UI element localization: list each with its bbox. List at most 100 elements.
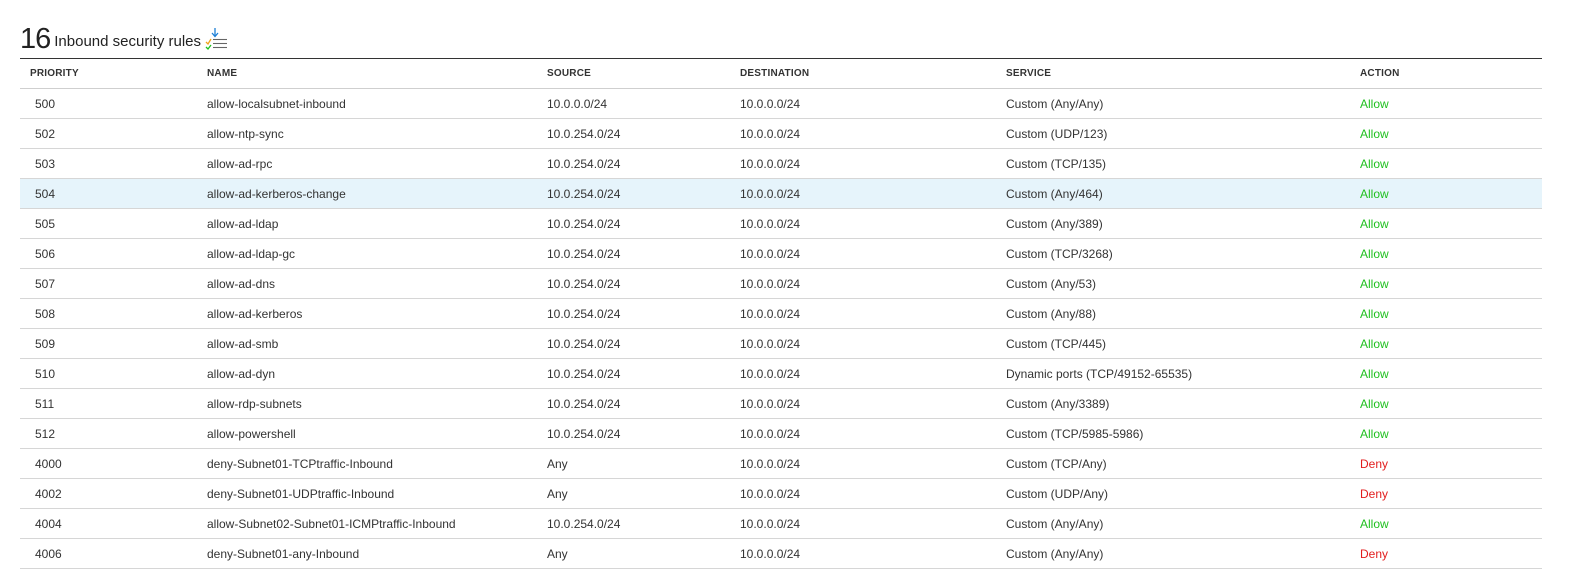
cell-priority: 511 xyxy=(35,396,55,411)
cell-action: Allow xyxy=(1360,426,1389,441)
table-row[interactable]: 504 allow-ad-kerberos-change 10.0.254.0/24… xyxy=(20,178,1542,209)
column-header-priority[interactable]: PRIORITY xyxy=(20,59,207,89)
table-row[interactable]: 4002 deny-Subnet01-UDPtraffic-Inbound Any 1… xyxy=(20,479,1542,509)
cell-name: allow-ad-ldap xyxy=(207,216,279,231)
table-row[interactable]: 502 allow-ntp-sync 10.0.254.0/24 10.0.0.0/2… xyxy=(20,119,1542,149)
rule-count: 16 xyxy=(20,23,51,55)
cell-name: allow-ad-dyn xyxy=(207,366,276,381)
table-row[interactable]: 4006 deny-Subnet01-any-Inbound Any 10.0.0.0… xyxy=(20,539,1542,569)
download-checklist-icon[interactable] xyxy=(205,27,229,51)
cell-action: Allow xyxy=(1360,276,1389,291)
cell-name: deny-Subnet01-any-Inbound xyxy=(207,546,360,561)
cell-name: allow-ad-kerberos-change xyxy=(207,186,346,201)
cell-action: Allow xyxy=(1360,336,1389,351)
cell-action: Deny xyxy=(1360,486,1389,501)
table-row[interactable]: 506 allow-ad-ldap-gc 10.0.254.0/24 10.0.0.0… xyxy=(20,239,1542,269)
cell-destination: 10.0.0.0/24 xyxy=(740,336,801,351)
cell-destination: 10.0.0.0/24 xyxy=(740,276,801,291)
column-header-destination[interactable]: DESTINATION xyxy=(740,59,1006,89)
cell-priority: 4006 xyxy=(35,546,62,561)
cell-destination: 10.0.0.0/24 xyxy=(740,486,801,501)
cell-destination: 10.0.0.0/24 xyxy=(740,546,801,561)
cell-destination: 10.0.0.0/24 xyxy=(740,426,801,441)
cell-priority: 4004 xyxy=(35,516,62,531)
cell-action: Allow xyxy=(1360,306,1389,321)
cell-name: allow-ad-ldap-gc xyxy=(207,246,296,261)
cell-source: 10.0.254.0/24 xyxy=(547,426,621,441)
cell-destination: 10.0.0.0/24 xyxy=(740,516,801,531)
security-rules-table: PRIORITY NAME SOURCE DESTINATION SERVICE… xyxy=(20,58,1542,569)
cell-service: Custom (UDP/123) xyxy=(1006,126,1108,141)
cell-source: Any xyxy=(547,456,568,471)
cell-name: allow-ntp-sync xyxy=(207,126,284,141)
cell-action: Allow xyxy=(1360,396,1389,411)
cell-source: 10.0.254.0/24 xyxy=(547,516,621,531)
cell-priority: 509 xyxy=(35,336,56,351)
cell-source: 10.0.254.0/24 xyxy=(547,156,621,171)
cell-action: Allow xyxy=(1360,516,1389,531)
cell-source: 10.0.254.0/24 xyxy=(547,306,621,321)
cell-name: allow-Subnet02-Subnet01-ICMPtraffic-Inbo… xyxy=(207,516,456,531)
cell-source: 10.0.0.0/24 xyxy=(547,96,608,111)
cell-priority: 512 xyxy=(35,426,56,441)
cell-name: allow-ad-dns xyxy=(207,276,276,291)
table-row[interactable]: 4004 allow-Subnet02-Subnet01-ICMPtraffic-… xyxy=(20,509,1542,539)
cell-destination: 10.0.0.0/24 xyxy=(740,156,801,171)
cell-destination: 10.0.0.0/24 xyxy=(740,396,801,411)
table-row[interactable]: 511 allow-rdp-subnets 10.0.254.0/24 10.0.0.… xyxy=(20,389,1542,419)
page-title: Inbound security rules xyxy=(54,33,202,50)
cell-destination: 10.0.0.0/24 xyxy=(740,456,801,471)
cell-action: Allow xyxy=(1360,186,1389,201)
table-row[interactable]: 508 allow-ad-kerberos 10.0.254.0/24 10.0.0.… xyxy=(20,299,1542,329)
cell-destination: 10.0.0.0/24 xyxy=(740,306,801,321)
column-header-source[interactable]: SOURCE xyxy=(547,59,740,89)
cell-source: 10.0.254.0/24 xyxy=(547,276,621,291)
cell-priority: 502 xyxy=(35,126,56,141)
cell-service: Dynamic ports (TCP/49152-65535) xyxy=(1006,366,1193,381)
cell-name: allow-rdp-subnets xyxy=(207,396,302,411)
cell-destination: 10.0.0.0/24 xyxy=(740,246,801,261)
cell-source: 10.0.254.0/24 xyxy=(547,246,621,261)
cell-priority: 500 xyxy=(35,96,56,111)
cell-action: Allow xyxy=(1360,246,1389,261)
table-row[interactable]: 503 allow-ad-rpc 10.0.254.0/24 10.0.0.0/24 C… xyxy=(20,149,1542,179)
cell-name: allow-ad-kerberos xyxy=(207,306,303,321)
cell-name: allow-localsubnet-inbound xyxy=(207,96,346,111)
cell-source: Any xyxy=(547,546,568,561)
cell-destination: 10.0.0.0/24 xyxy=(740,126,801,141)
cell-action: Allow xyxy=(1360,366,1389,381)
table-row[interactable]: 512 allow-powershell 10.0.254.0/24 10.0.0.0… xyxy=(20,419,1542,449)
cell-action: Allow xyxy=(1360,96,1389,111)
cell-service: Custom (Any/53) xyxy=(1006,276,1097,291)
cell-priority: 504 xyxy=(35,186,56,201)
cell-service: Custom (TCP/135) xyxy=(1006,156,1107,171)
cell-priority: 510 xyxy=(35,366,56,381)
table-row[interactable]: 507 allow-ad-dns 10.0.254.0/24 10.0.0.0/24 C… xyxy=(20,269,1542,299)
cell-source: 10.0.254.0/24 xyxy=(547,366,621,381)
cell-service: Custom (TCP/5985-5986) xyxy=(1006,426,1144,441)
cell-source: Any xyxy=(547,486,568,501)
cell-priority: 506 xyxy=(35,246,56,261)
cell-priority: 4002 xyxy=(35,486,62,501)
cell-source: 10.0.254.0/24 xyxy=(547,186,621,201)
cell-source: 10.0.254.0/24 xyxy=(547,336,621,351)
cell-source: 10.0.254.0/24 xyxy=(547,396,621,411)
cell-source: 10.0.254.0/24 xyxy=(547,216,621,231)
table-row[interactable]: 4000 deny-Subnet01-TCPtraffic-Inbound Any 1… xyxy=(20,449,1542,479)
table-row[interactable]: 510 allow-ad-dyn 10.0.254.0/24 10.0.0.0/24 D… xyxy=(20,359,1542,389)
cell-destination: 10.0.0.0/24 xyxy=(740,216,801,231)
cell-service: Custom (Any/3389) xyxy=(1006,396,1110,411)
cell-action: Deny xyxy=(1360,546,1389,561)
column-header-name[interactable]: NAME xyxy=(207,59,547,89)
table-row[interactable]: 509 allow-ad-smb 10.0.254.0/24 10.0.0.0/24 C… xyxy=(20,329,1542,359)
cell-action: Allow xyxy=(1360,216,1389,231)
table-row[interactable]: 505 allow-ad-ldap 10.0.254.0/24 10.0.0.0/24… xyxy=(20,209,1542,239)
column-header-action[interactable]: ACTION xyxy=(1360,59,1542,89)
cell-priority: 507 xyxy=(35,276,56,291)
column-header-service[interactable]: SERVICE xyxy=(1006,59,1360,89)
cell-source: 10.0.254.0/24 xyxy=(547,126,621,141)
cell-service: Custom (Any/88) xyxy=(1006,306,1097,321)
cell-service: Custom (Any/Any) xyxy=(1006,516,1104,531)
table-row[interactable]: 500 allow-localsubnet-inbound 10.0.0.0/24 1… xyxy=(20,89,1542,119)
cell-destination: 10.0.0.0/24 xyxy=(740,186,801,201)
